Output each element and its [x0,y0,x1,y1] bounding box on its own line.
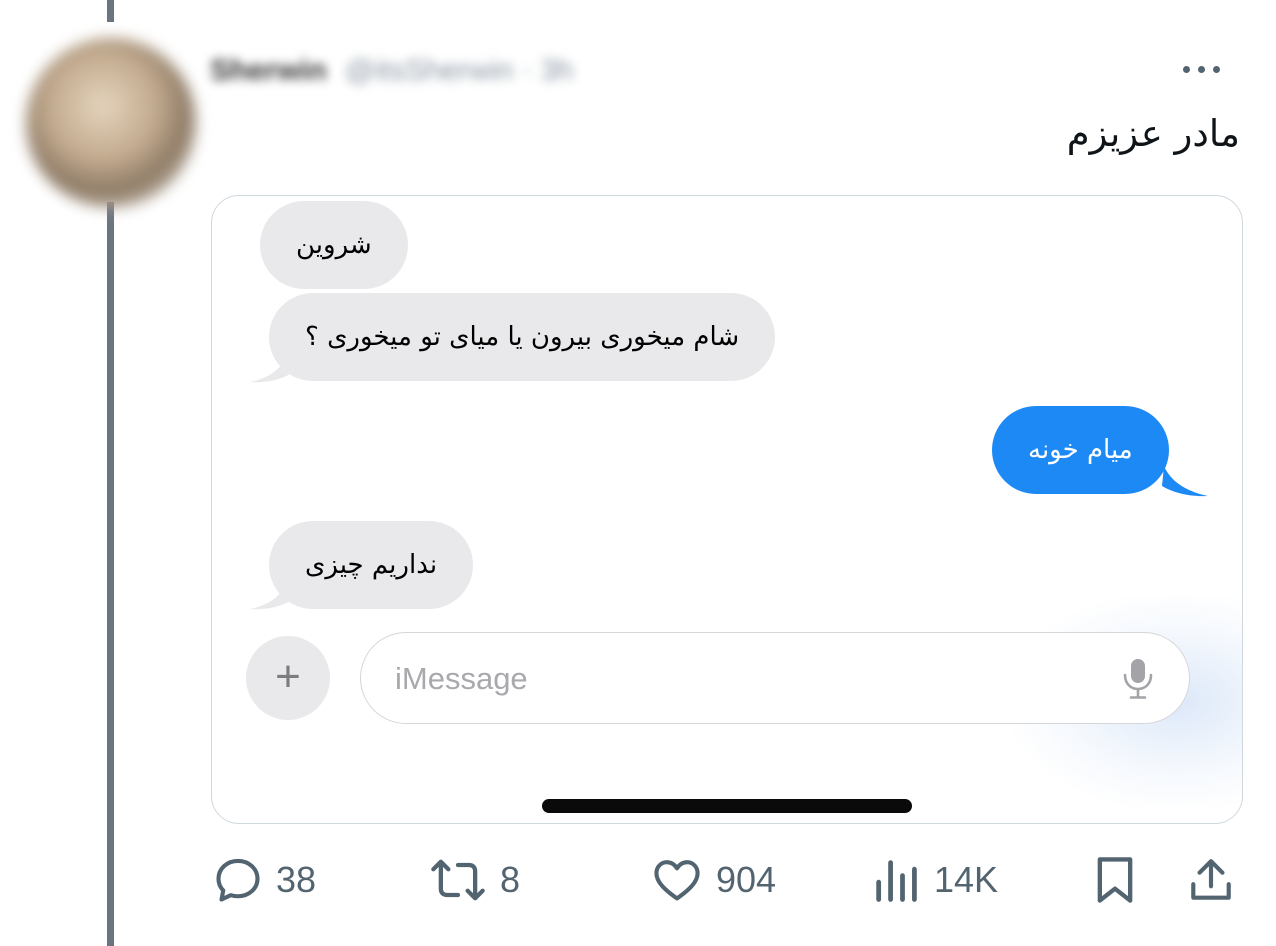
bookmark-button[interactable] [1092,852,1138,908]
reply-icon [216,858,260,902]
author-handle[interactable]: @itsSherwin · 3h [345,54,574,88]
avatar[interactable] [26,38,196,208]
author-name[interactable]: Sherwin [210,54,327,88]
add-attachment-button[interactable]: + [246,636,330,720]
like-icon [654,860,700,901]
microphone-icon[interactable] [1121,657,1155,701]
reply-count: 38 [276,859,317,900]
bubble-tail [1162,466,1208,497]
thread-line-top [107,0,114,22]
tweet-header: Sherwin @itsSherwin · 3h [210,46,574,96]
retweet-button[interactable]: 8 [428,852,520,908]
home-indicator [542,799,912,813]
incoming-bubble: شروین [260,201,408,289]
bookmark-icon [1097,857,1133,903]
tweet-actions: 38 8 904 14K [0,852,1276,908]
imessage-input[interactable] [393,655,1097,703]
retweet-icon [431,859,485,901]
more-options-icon[interactable] [1183,57,1243,81]
outgoing-bubble: میام خونه [992,406,1169,494]
imessage-field[interactable] [360,632,1190,724]
retweet-count: 8 [500,859,521,900]
tweet-text: مادر عزیزم [1066,112,1240,155]
like-count: 904 [716,859,777,900]
bubble-tail [250,354,290,383]
thread-line-bottom [107,202,114,946]
views-button[interactable]: 14K [870,852,998,908]
views-icon [876,860,917,902]
incoming-bubble: نداریم چیزی [269,521,474,609]
message-screenshot-card[interactable]: شروین شام میخوری بیرون یا میای تو میخوری… [211,195,1243,824]
view-count: 14K [934,859,999,900]
reply-button[interactable]: 38 [212,852,316,908]
bubble-tail [250,581,290,610]
share-button[interactable] [1186,852,1236,908]
share-icon [1191,859,1231,900]
incoming-bubble: شام میخوری بیرون یا میای تو میخوری ؟ [269,293,776,381]
plus-icon: + [275,652,301,701]
like-button[interactable]: 904 [650,852,776,908]
